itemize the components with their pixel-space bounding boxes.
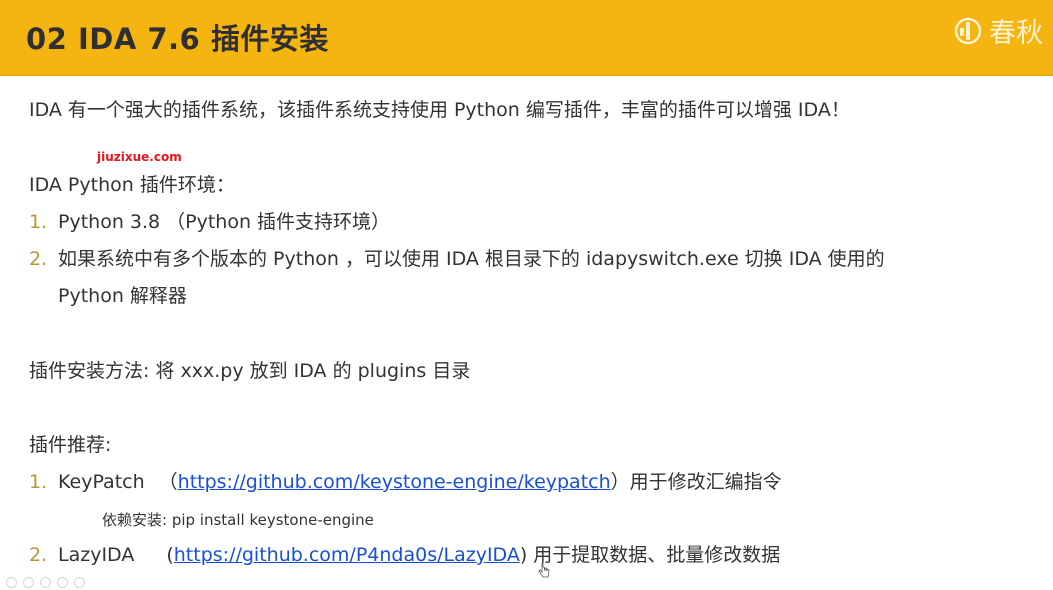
list-number: 1.: [29, 471, 48, 493]
plugin-description: ) 用于提取数据、批量修改数据: [519, 544, 781, 566]
list-number: 1.: [29, 211, 48, 233]
plugin-description: ）用于修改汇编指令: [610, 471, 782, 493]
watermark-text: jiuzixue.com: [97, 150, 182, 164]
settings-icon[interactable]: [74, 577, 85, 588]
chunqiu-logo-icon: [954, 17, 982, 44]
plugin-name: LazyIDA: [58, 544, 135, 566]
install-method-text: 插件安装方法: 将 xxx.py 放到 IDA 的 plugins 目录: [29, 360, 471, 382]
play-icon[interactable]: [23, 577, 34, 588]
menu-icon[interactable]: [57, 577, 68, 588]
list-item: 1. Python 3.8 （Python 插件支持环境）: [29, 207, 390, 234]
prev-icon[interactable]: [6, 577, 17, 588]
list-number: 2.: [29, 544, 48, 566]
brand: 春秋: [953, 11, 1043, 50]
mouse-cursor-icon: [538, 562, 550, 578]
list-item-text: 如果系统中有多个版本的 Python ，可以使用 IDA 根目录下的 idapy…: [58, 248, 885, 270]
plugin-item-keypatch: 1. KeyPatch （https://github.com/keystone-e…: [29, 467, 782, 494]
recommend-heading: 插件推荐:: [29, 434, 112, 456]
plugin-name: KeyPatch: [58, 471, 145, 493]
open-paren: （: [158, 471, 178, 493]
lazyida-link[interactable]: https://github.com/P4nda0s/LazyIDA: [174, 544, 520, 566]
title-bar: 02 IDA 7.6 插件安装 春秋: [0, 0, 1053, 76]
dependency-note: 依赖安装: pip install keystone-engine: [102, 511, 374, 529]
list-item: 2. 如果系统中有多个版本的 Python ，可以使用 IDA 根目录下的 ida…: [29, 244, 885, 271]
open-paren: (: [166, 544, 174, 566]
list-item-text: Python 3.8 （Python 插件支持环境）: [58, 211, 391, 233]
page-title: 02 IDA 7.6 插件安装: [26, 22, 329, 56]
list-number: 2.: [29, 248, 48, 270]
intro-text: IDA 有一个强大的插件系统，该插件系统支持使用 Python 编写插件，丰富的…: [29, 99, 850, 121]
keypatch-link[interactable]: https://github.com/keystone-engine/keypa…: [178, 471, 611, 493]
brand-text: 春秋: [989, 18, 1043, 49]
player-controls: [0, 575, 91, 590]
next-icon[interactable]: [40, 577, 51, 588]
slide: 02 IDA 7.6 插件安装 春秋 IDA 有一个强大的插件系统，该插件系统支…: [0, 0, 1053, 590]
plugin-item-lazyida: 2. LazyIDA (https://github.com/P4nda0s/Laz…: [29, 540, 780, 567]
list-item-continuation: Python 解释器: [58, 285, 187, 307]
env-heading: IDA Python 插件环境：: [29, 174, 235, 196]
